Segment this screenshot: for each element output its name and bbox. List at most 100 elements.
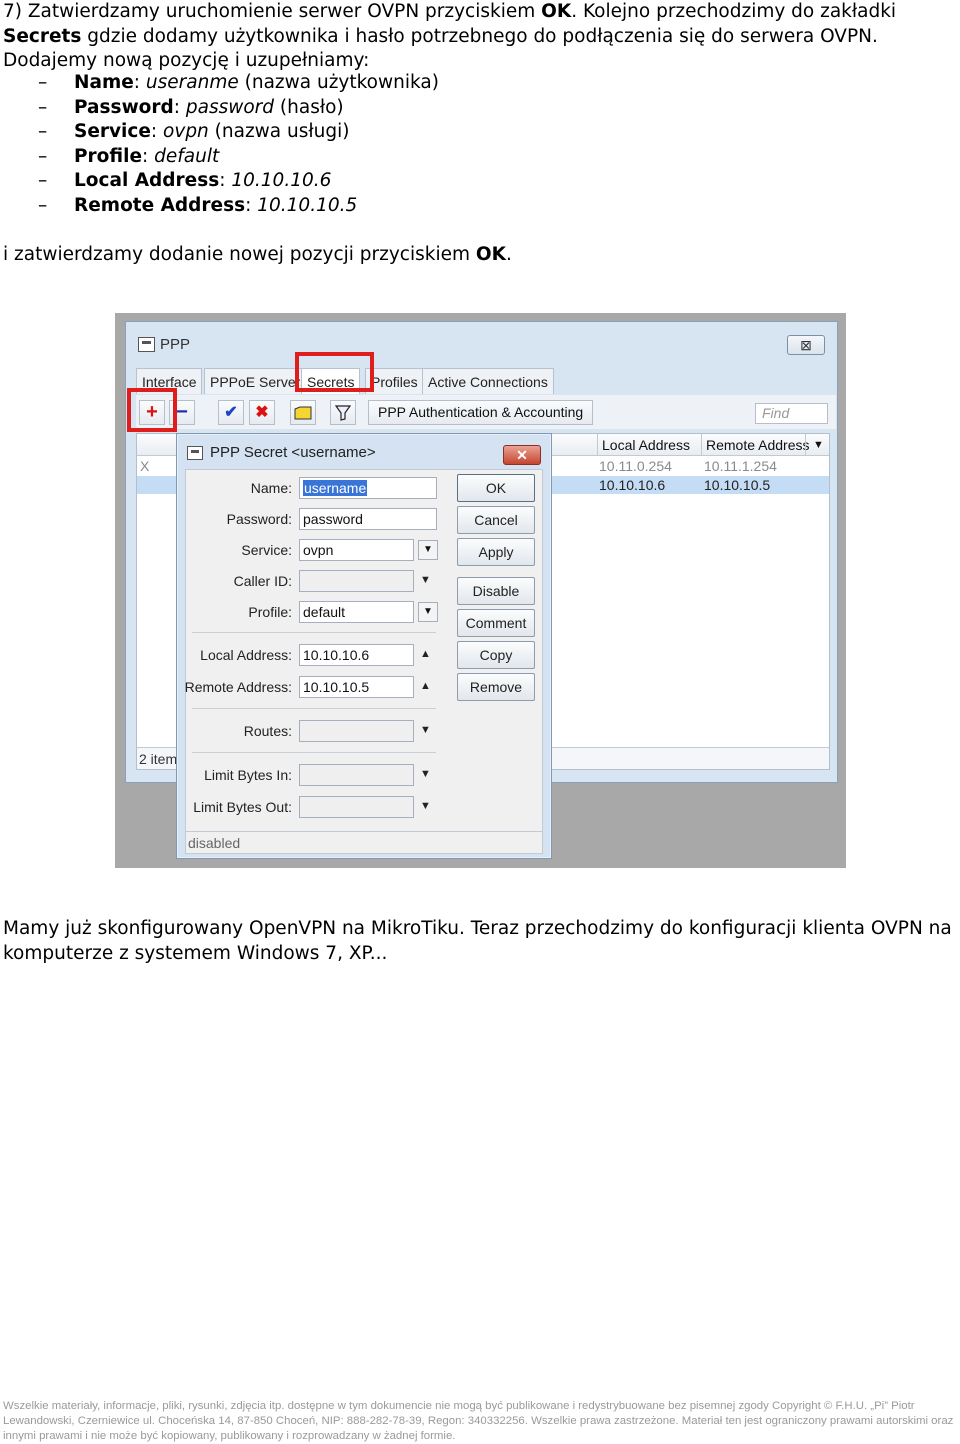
list-dash: – — [38, 170, 48, 191]
tab-active-connections[interactable]: Active Connections — [422, 368, 554, 394]
list-label: Local Address — [74, 170, 220, 191]
profile-select[interactable]: default — [299, 601, 414, 623]
confirm-ok-bold: OK — [475, 244, 506, 265]
divider — [192, 632, 436, 633]
list-value: default — [154, 145, 220, 167]
winbox-screenshot: PPP ⊠ Interface PPPoE Servers Secrets Pr… — [115, 313, 846, 868]
list-note: (nazwa usługi) — [208, 121, 350, 142]
list-value: 10.10.10.6 — [231, 170, 332, 191]
caller-id-field[interactable] — [299, 570, 414, 592]
secrets-tab-highlight — [295, 352, 374, 392]
routes-field[interactable] — [299, 720, 414, 742]
ppp-tabs: Interface PPPoE Servers Secrets Profiles… — [136, 368, 836, 394]
list-value: useranme — [145, 72, 239, 93]
cancel-button[interactable]: Cancel — [457, 506, 535, 534]
limit-out-row: Limit Bytes Out: ▼ — [186, 796, 446, 818]
window-app-icon — [138, 337, 155, 352]
service-select[interactable]: ovpn — [299, 539, 414, 561]
password-field[interactable]: password — [299, 508, 437, 530]
ok-button[interactable]: OK — [457, 474, 535, 502]
remote-address-collapse-chevron-icon[interactable]: ▲ — [420, 680, 431, 692]
ppp-close-button[interactable]: ⊠ — [787, 335, 825, 355]
remote-address-field[interactable]: 10.10.10.5 — [299, 676, 414, 698]
list-label: Profile — [74, 145, 142, 167]
note-icon — [294, 406, 312, 420]
list-value: 10.10.10.5 — [257, 194, 358, 216]
row-local-address: 10.11.0.254 — [599, 458, 672, 474]
row-remote-address: 10.11.1.254 — [704, 458, 777, 474]
comment-button[interactable]: Comment — [457, 609, 535, 637]
comment-button[interactable] — [290, 400, 316, 425]
ppp-auth-accounting-button[interactable]: PPP Authentication & Accounting — [368, 400, 594, 425]
enable-button[interactable]: ✔ — [218, 400, 244, 425]
name-field[interactable]: username — [299, 477, 437, 499]
intro-text-2: . Kolejno przechodzimy do zakładki — [571, 1, 897, 22]
caller-id-row: Caller ID: ▼ — [186, 570, 446, 592]
list-separator: : — [150, 121, 164, 142]
divider — [192, 752, 436, 753]
name-row: Name: username — [186, 477, 446, 499]
list-note: (hasło) — [274, 96, 344, 118]
copy-button[interactable]: Copy — [457, 641, 535, 669]
disable-button[interactable]: Disable — [457, 577, 535, 605]
column-local-address[interactable]: Local Address — [597, 434, 690, 456]
profile-row: Profile: default ▼ — [186, 601, 446, 623]
list-item: – Profile: default — [0, 145, 900, 170]
profile-label: Profile: — [248, 604, 292, 620]
routes-label: Routes: — [243, 723, 292, 739]
list-dash: – — [38, 194, 48, 216]
name-value: username — [303, 480, 368, 496]
row-local-address: 10.10.10.6 — [599, 477, 666, 493]
routes-expand-chevron-icon[interactable]: ▼ — [420, 724, 431, 736]
remove-button[interactable]: Remove — [457, 673, 535, 701]
row-remote-address: 10.10.10.5 — [704, 477, 771, 493]
column-remote-address[interactable]: Remote Address — [701, 434, 810, 456]
find-input[interactable]: Find — [755, 403, 828, 424]
list-separator: : — [173, 96, 186, 118]
dialog-body: Name: username Password: password Servic… — [185, 469, 543, 854]
local-address-field[interactable]: 10.10.10.6 — [299, 644, 414, 666]
local-address-collapse-chevron-icon[interactable]: ▲ — [420, 648, 431, 660]
dialog-status: disabled — [186, 831, 542, 853]
list-item: – Password: password (hasło) — [0, 96, 900, 121]
list-value: password — [185, 96, 275, 118]
service-row: Service: ovpn ▼ — [186, 539, 446, 561]
intro-secrets-bold: Secrets — [3, 25, 82, 47]
list-item: – Name: useranme (nazwa użytkownika) — [0, 71, 900, 96]
caller-id-label: Caller ID: — [233, 573, 292, 589]
list-dash: – — [38, 145, 48, 167]
confirm-paragraph: i zatwierdzamy dodanie nowej pozycji prz… — [3, 243, 953, 268]
list-separator: : — [142, 145, 155, 167]
limit-in-expand-chevron-icon[interactable]: ▼ — [420, 768, 431, 780]
copyright-footer: Wszelkie materiały, informacje, pliki, r… — [3, 1400, 954, 1442]
password-label: Password: — [226, 511, 292, 527]
limit-out-expand-chevron-icon[interactable]: ▼ — [420, 800, 431, 812]
apply-button[interactable]: Apply — [457, 538, 535, 566]
list-label: Service — [74, 121, 151, 142]
ppp-window-title: PPP — [160, 336, 191, 353]
list-item: – Local Address: 10.10.10.6 — [0, 169, 900, 194]
list-label: Name — [74, 72, 134, 93]
list-label: Remote Address — [74, 194, 246, 216]
confirm-end: . — [505, 244, 512, 265]
limit-out-field[interactable] — [299, 796, 414, 818]
confirm-text: i zatwierdzamy dodanie nowej pozycji prz… — [3, 244, 476, 265]
list-label: Password — [74, 96, 174, 118]
local-address-row: Local Address: 10.10.10.6 ▲ — [186, 644, 446, 666]
dialog-close-button[interactable]: ✕ — [503, 445, 541, 465]
service-dropdown-chevron-icon[interactable]: ▼ — [418, 540, 438, 560]
dialog-title: PPP Secret <username> — [210, 444, 376, 461]
list-separator: : — [245, 194, 258, 216]
disable-button[interactable]: ✖ — [249, 400, 275, 425]
outro-paragraph: Mamy już skonfigurowany OpenVPN na Mikro… — [3, 918, 952, 964]
columns-menu-chevron-icon[interactable]: ▼ — [805, 434, 831, 456]
field-list: – Name: useranme (nazwa użytkownika) – Pas… — [0, 71, 900, 218]
service-label: Service: — [241, 542, 292, 558]
caller-id-expand-chevron-icon[interactable]: ▼ — [420, 574, 431, 586]
filter-button[interactable] — [330, 400, 356, 425]
limit-in-field[interactable] — [299, 764, 414, 786]
list-separator: : — [133, 72, 146, 93]
divider — [192, 708, 436, 709]
profile-dropdown-chevron-icon[interactable]: ▼ — [418, 602, 438, 622]
list-item: – Remote Address: 10.10.10.5 — [0, 194, 900, 219]
